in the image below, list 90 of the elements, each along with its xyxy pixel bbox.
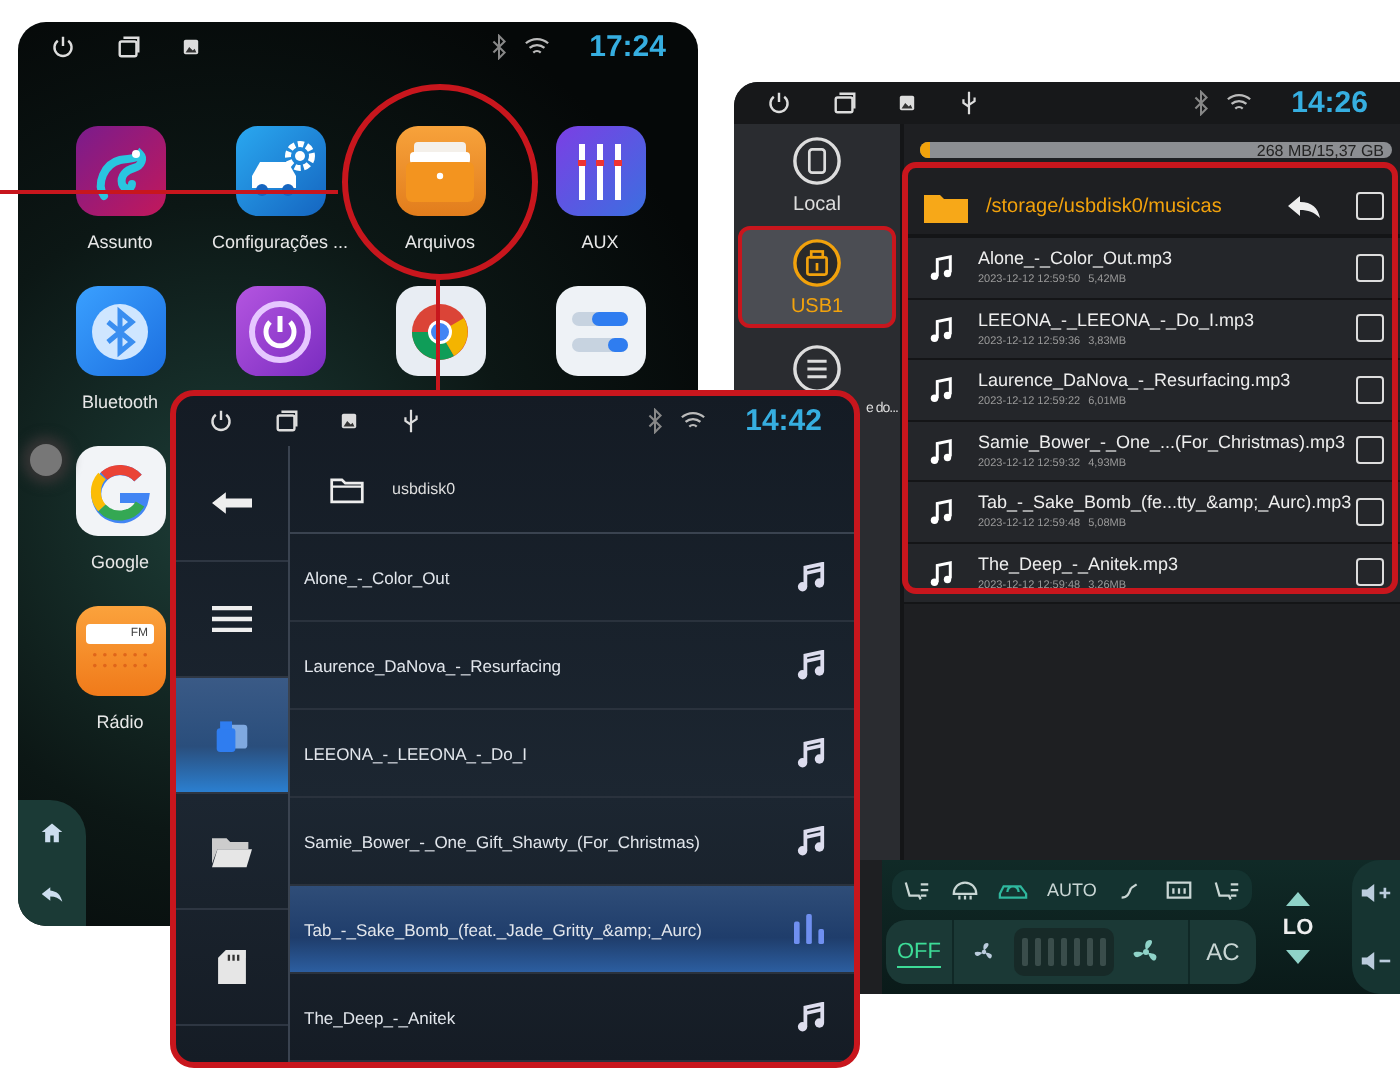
clock-time: 17:24 <box>589 29 666 63</box>
memory-chip-icon <box>792 135 842 185</box>
track-row[interactable]: Tab_-_Sake_Bomb_(feat._Jade_Gritty_&amp;_Aurc) <box>290 886 854 974</box>
volume-up-icon[interactable] <box>1360 882 1392 905</box>
power-app-icon[interactable] <box>235 286 325 376</box>
file-name[interactable]: LEEONA_-_LEEONA_-_Do_I.mp3 <box>978 309 1356 330</box>
climate-power-button[interactable]: OFF <box>886 920 954 984</box>
recent-apps-icon[interactable] <box>116 33 142 59</box>
chameleon-app-icon[interactable] <box>75 126 165 216</box>
app-label: Google <box>90 552 150 572</box>
audio-jack-app-icon[interactable] <box>555 126 645 216</box>
app-label: Rádio <box>96 712 144 732</box>
music-note-icon <box>796 1002 826 1032</box>
music-note-icon <box>928 437 954 464</box>
storage-source-tab[interactable]: USB1 <box>738 226 896 328</box>
folder-name: usbdisk0 <box>392 480 456 498</box>
music-note-icon <box>796 650 826 680</box>
checkbox[interactable] <box>1356 253 1384 282</box>
folder-icon <box>330 475 364 503</box>
floating-button[interactable] <box>30 444 62 476</box>
menu-icon <box>212 602 252 636</box>
image-icon <box>898 94 916 112</box>
sd-card-icon <box>212 950 252 984</box>
back-arrow-icon[interactable] <box>1288 194 1320 218</box>
clock-time: 14:42 <box>745 404 822 438</box>
temperature-value: LO <box>1282 915 1314 939</box>
app-label: Arquivos <box>404 232 475 252</box>
seat-heat-icon[interactable] <box>1212 878 1243 902</box>
temperature-up-icon[interactable] <box>1286 891 1310 905</box>
storage-usage: 268 MB/15,37 GB <box>1256 141 1384 159</box>
checkbox[interactable] <box>1356 558 1384 587</box>
power-icon[interactable] <box>50 33 76 59</box>
track-row[interactable]: LEEONA_-_LEEONA_-_Do_I <box>290 710 854 798</box>
file-name[interactable]: The_Deep_-_Anitek.mp3 <box>978 553 1356 574</box>
back-arrow-icon <box>212 486 252 520</box>
list-icon[interactable] <box>792 343 842 393</box>
home-icon[interactable] <box>40 819 64 844</box>
drawer-app-icon[interactable] <box>395 126 485 216</box>
auto-mode-button[interactable]: AUTO <box>1047 880 1097 900</box>
equalizer-icon <box>792 914 826 944</box>
music-note-icon <box>928 315 954 342</box>
music-note-icon <box>796 826 826 856</box>
usb-tab[interactable] <box>176 678 288 794</box>
car-gear-app-icon[interactable] <box>235 126 325 216</box>
power-icon[interactable] <box>766 90 792 116</box>
ac-button[interactable]: AC <box>1188 920 1256 984</box>
folder-icon <box>924 189 968 223</box>
app-label: Bluetooth <box>81 392 159 412</box>
app-label: Configurações ... <box>211 232 349 252</box>
temperature-down-icon[interactable] <box>1286 949 1310 963</box>
recent-apps-icon[interactable] <box>832 90 858 116</box>
power-icon[interactable] <box>208 408 234 434</box>
track-row[interactable]: Alone_-_Color_Out <box>290 534 854 622</box>
seat-heat-icon[interactable] <box>901 878 932 902</box>
checkbox[interactable] <box>1356 314 1384 343</box>
wifi-icon <box>523 33 550 59</box>
fan-icon[interactable] <box>972 940 996 964</box>
back-icon[interactable] <box>40 882 64 907</box>
track-row[interactable]: Laurence_DaNova_-_Resurfacing <box>290 622 854 710</box>
music-note-icon <box>796 738 826 768</box>
checkbox[interactable] <box>1356 497 1384 526</box>
front-defrost-icon[interactable] <box>1163 878 1194 902</box>
checkbox[interactable] <box>1356 375 1384 404</box>
music-note-icon <box>928 498 954 525</box>
folder-path: /storage/usbdisk0/musicas <box>986 195 1224 217</box>
app-label: AUX <box>581 232 619 252</box>
storage-source-tab[interactable]: Local <box>738 124 896 226</box>
volume-down-icon[interactable] <box>1360 949 1392 972</box>
folder-icon <box>212 834 252 868</box>
music-note-icon <box>928 376 954 403</box>
image-icon <box>182 37 200 55</box>
music-note-icon <box>796 562 826 592</box>
file-name[interactable]: Alone_-_Color_Out.mp3 <box>978 248 1356 269</box>
file-name[interactable]: Tab_-_Sake_Bomb_(fe...tty_&amp;_Aurc).mp3 <box>978 492 1356 513</box>
file-name[interactable]: Laurence_DaNova_-_Resurfacing.mp3 <box>978 370 1356 391</box>
bluetooth-app-icon[interactable] <box>75 286 165 376</box>
app-label: Assunto <box>87 232 153 252</box>
colored-g-app-icon[interactable] <box>75 446 165 536</box>
music-note-icon <box>928 254 954 281</box>
rear-defrost-icon[interactable] <box>949 878 980 902</box>
music-note-icon <box>928 559 954 586</box>
checkbox[interactable] <box>1356 192 1384 220</box>
file-name[interactable]: Samie_Bower_-_One_...(For_Christmas).mp3 <box>978 431 1356 452</box>
browser-app-icon[interactable] <box>395 286 485 376</box>
checkbox[interactable] <box>1356 436 1384 465</box>
toggle-app-icon[interactable] <box>555 286 645 376</box>
recent-apps-icon[interactable] <box>274 408 300 434</box>
track-row[interactable]: The_Deep_-_Anitek <box>290 974 854 1062</box>
clock-time: 14:26 <box>1291 86 1368 120</box>
image-icon <box>340 412 358 430</box>
